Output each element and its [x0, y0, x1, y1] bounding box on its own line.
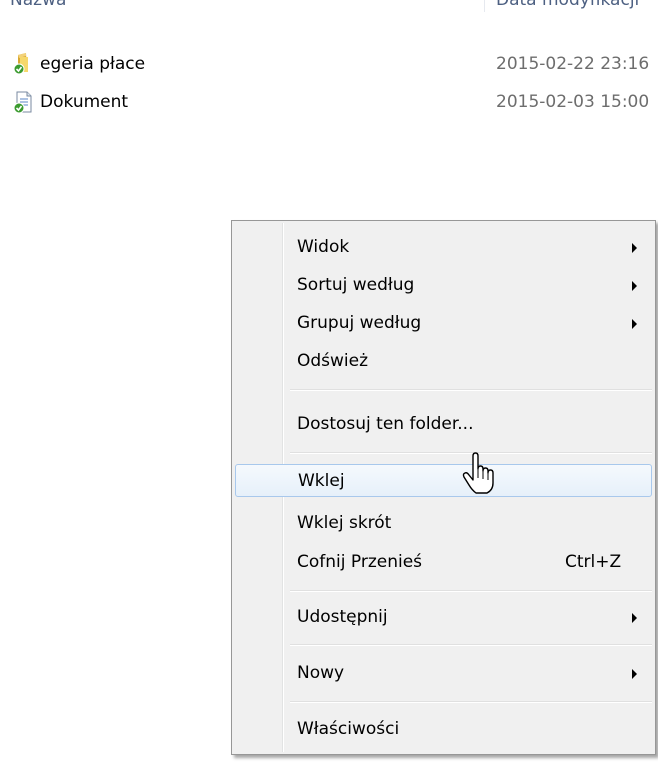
file-row[interactable]: egeria płace 2015-02-22 23:16	[0, 50, 658, 78]
submenu-arrow-icon	[632, 669, 637, 679]
menu-separator	[290, 590, 652, 592]
menu-item-label: Wklej skrót	[297, 513, 392, 533]
menu-item-widok[interactable]: Widok	[235, 231, 652, 264]
menu-item-label: Widok	[297, 237, 350, 257]
submenu-arrow-icon	[632, 319, 637, 329]
submenu-arrow-icon	[632, 613, 637, 623]
menu-separator	[290, 389, 652, 391]
submenu-arrow-icon	[632, 243, 637, 253]
submenu-arrow-icon	[632, 281, 637, 291]
menu-item-label: Sortuj według	[297, 275, 415, 295]
column-divider[interactable]	[484, 0, 485, 12]
menu-item-odswiez[interactable]: Odśwież	[235, 345, 652, 378]
file-date: 2015-02-22 23:16	[496, 54, 650, 74]
menu-item-dostosuj[interactable]: Dostosuj ten folder...	[235, 408, 652, 441]
column-header-date[interactable]: Data modyfikacji	[496, 0, 639, 10]
column-header-name[interactable]: Nazwa	[10, 0, 66, 10]
menu-item-wklej-skrot[interactable]: Wklej skrót	[235, 507, 652, 540]
explorer-window: Nazwa Data modyfikacji egeria płace 2015…	[0, 0, 658, 765]
menu-item-label: Grupuj według	[297, 313, 422, 333]
menu-item-nowy[interactable]: Nowy	[235, 657, 652, 690]
menu-item-label: Dostosuj ten folder...	[297, 414, 474, 434]
file-name: egeria płace	[40, 54, 146, 74]
menu-item-sortuj[interactable]: Sortuj według	[235, 269, 652, 302]
menu-item-wklej[interactable]: Wklej	[235, 464, 652, 497]
document-icon	[13, 91, 32, 114]
menu-item-shortcut: Ctrl+Z	[565, 552, 622, 572]
menu-item-label: Nowy	[297, 663, 345, 683]
context-menu: Widok Sortuj według Grupuj według Odświe…	[231, 220, 656, 755]
menu-item-udostepnij[interactable]: Udostępnij	[235, 601, 652, 634]
file-name: Dokument	[40, 92, 129, 112]
column-header: Nazwa Data modyfikacji	[0, 0, 658, 14]
folder-icon	[13, 53, 28, 75]
menu-item-label: Wklej	[298, 471, 345, 491]
menu-separator	[290, 644, 652, 646]
menu-item-cofnij[interactable]: Cofnij Przenieś Ctrl+Z	[235, 546, 652, 579]
file-date: 2015-02-03 15:00	[496, 92, 650, 112]
menu-item-label: Udostępnij	[297, 607, 388, 627]
menu-item-label: Odśwież	[297, 351, 369, 371]
menu-item-wlasciwosci[interactable]: Właściwości	[235, 713, 652, 746]
menu-item-label: Cofnij Przenieś	[297, 552, 423, 572]
menu-separator	[290, 701, 652, 703]
menu-item-label: Właściwości	[297, 719, 400, 739]
menu-item-grupuj[interactable]: Grupuj według	[235, 307, 652, 340]
hand-cursor-icon	[462, 452, 494, 494]
file-row[interactable]: Dokument 2015-02-03 15:00	[0, 88, 658, 116]
